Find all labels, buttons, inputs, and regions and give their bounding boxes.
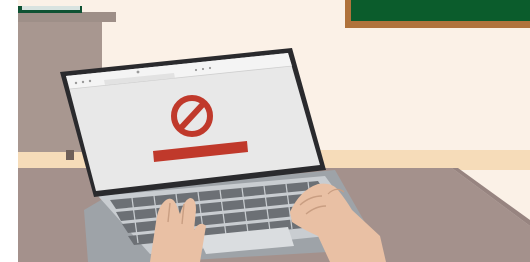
browser-back-icon [74, 81, 78, 85]
browser-refresh-icon [88, 79, 92, 83]
laptop-illustration [0, 0, 530, 262]
illustration-scene [0, 0, 530, 262]
browser-forward-icon [81, 80, 85, 84]
tab-icon [136, 70, 140, 74]
chalkboard [345, 0, 530, 28]
